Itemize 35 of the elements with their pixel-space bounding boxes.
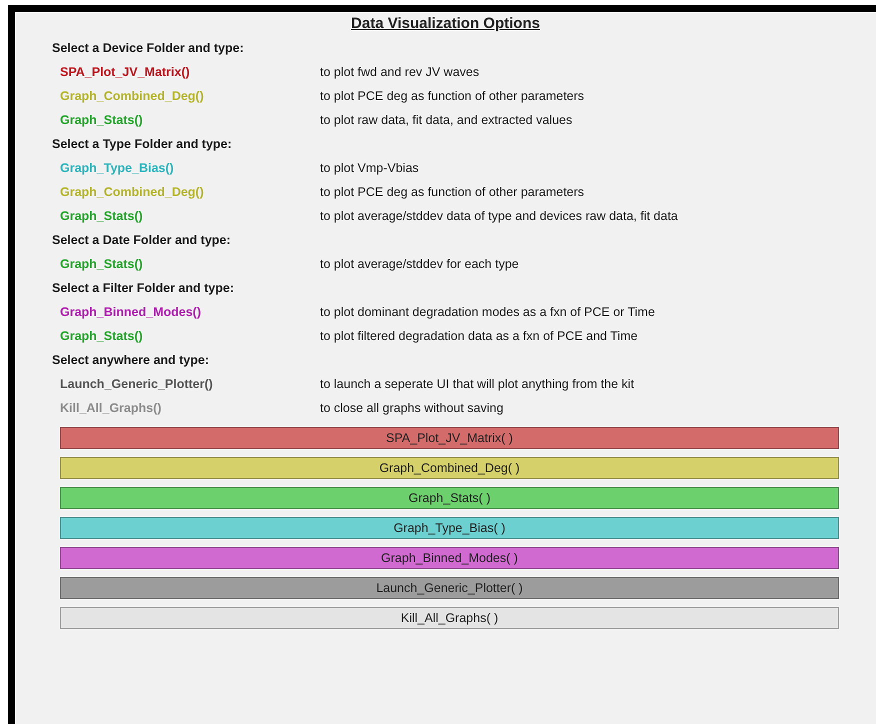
function-description: to plot raw data, fit data, and extracted values (320, 113, 572, 127)
function-description: to plot average/stddev data of type and devices raw data, fit data (320, 209, 678, 223)
function-name: Graph_Type_Bias() (60, 161, 175, 175)
function-name: Graph_Stats() (60, 329, 144, 343)
plot-button[interactable]: Graph_Stats( ) (60, 487, 839, 509)
function-description: to plot Vmp-Vbias (320, 161, 419, 175)
function-name: Graph_Stats() (60, 209, 144, 223)
function-name: Graph_Combined_Deg() (60, 89, 205, 103)
function-name: Graph_Stats() (60, 257, 144, 271)
function-name: Launch_Generic_Plotter() (60, 377, 214, 391)
function-name: Graph_Stats() (60, 113, 144, 127)
function-description: to plot PCE deg as function of other parameters (320, 185, 584, 199)
function-description: to plot filtered degradation data as a fxn of PCE and Time (320, 329, 638, 343)
plot-button[interactable]: Graph_Binned_Modes( ) (60, 547, 839, 569)
function-name: Kill_All_Graphs() (60, 401, 162, 415)
section-heading: Select anywhere and type: (51, 352, 210, 369)
section-heading: Select a Type Folder and type: (51, 136, 233, 153)
plot-button[interactable]: Launch_Generic_Plotter( ) (60, 577, 839, 599)
plot-button[interactable]: Graph_Combined_Deg( ) (60, 457, 839, 479)
function-description: to plot fwd and rev JV waves (320, 65, 480, 79)
function-description: to plot PCE deg as function of other parameters (320, 89, 584, 103)
function-name: Graph_Binned_Modes() (60, 305, 202, 319)
section-heading: Select a Device Folder and type: (51, 40, 245, 57)
panel-title: Data Visualization Options (351, 15, 540, 32)
function-name: Graph_Combined_Deg() (60, 185, 205, 199)
function-name: SPA_Plot_JV_Matrix() (60, 65, 191, 79)
section-heading: Select a Filter Folder and type: (51, 280, 235, 297)
function-description: to close all graphs without saving (320, 401, 504, 415)
plot-button[interactable]: Graph_Type_Bias( ) (60, 517, 839, 539)
plot-button[interactable]: SPA_Plot_JV_Matrix( ) (60, 427, 839, 449)
section-heading: Select a Date Folder and type: (51, 232, 232, 249)
function-description: to plot dominant degradation modes as a fxn of PCE or Time (320, 305, 655, 319)
function-description: to launch a seperate UI that will plot anything from the kit (320, 377, 634, 391)
function-description: to plot average/stddev for each type (320, 257, 519, 271)
plot-button[interactable]: Kill_All_Graphs( ) (60, 607, 839, 629)
